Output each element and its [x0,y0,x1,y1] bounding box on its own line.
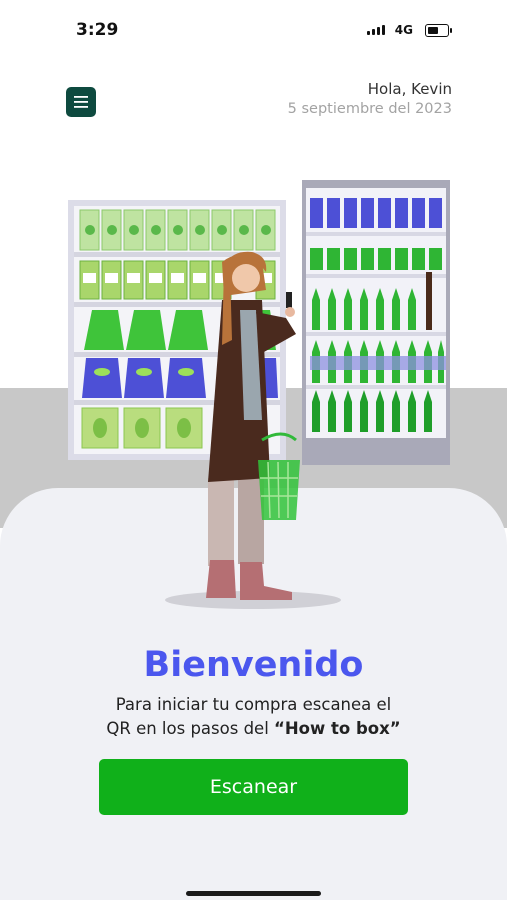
status-bar: 3:29 4G [0,0,507,62]
signal-icon [367,25,385,35]
description-line1: Para iniciar tu compra escanea el [115,695,392,714]
scan-button[interactable]: Escanear [99,759,408,815]
greeting-date: 5 septiembre del 2023 [287,101,452,117]
description-line2: QR en los pasos del [106,719,275,738]
status-time: 3:29 [76,20,119,40]
menu-button[interactable] [66,87,96,117]
user-greeting: Hola, Kevin 5 septiembre del 2023 [288,80,452,117]
network-label: 4G [394,23,413,37]
menu-icon [74,96,88,108]
how-to-box-highlight: “How to box” [274,719,401,738]
greeting-name: Hola, Kevin [367,80,452,98]
home-indicator[interactable] [186,891,321,896]
battery-icon [425,24,452,37]
welcome-title: Bienvenido [143,645,364,685]
welcome-description: Para iniciar tu compra escanea el QR en … [40,693,467,741]
